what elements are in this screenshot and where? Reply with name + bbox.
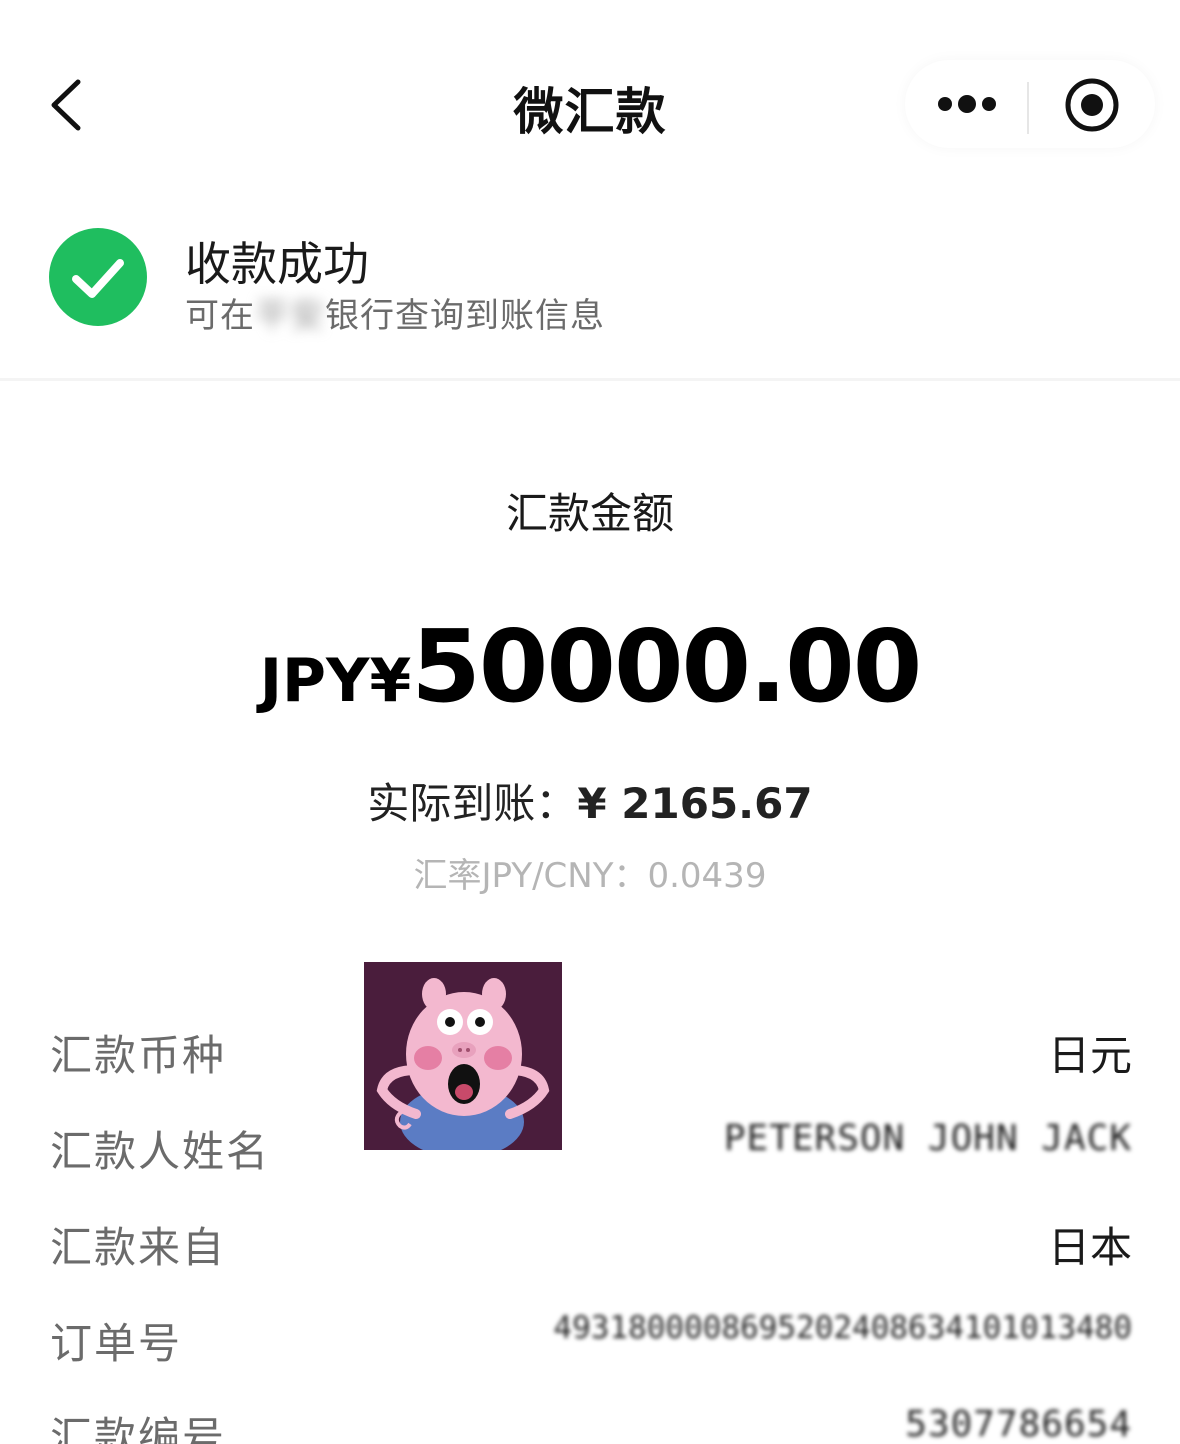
detail-value: 日本	[1047, 1223, 1132, 1272]
detail-row-remittance-number: 汇款编号 5307786654	[0, 1392, 1180, 1444]
detail-label: 汇款币种	[50, 1031, 227, 1080]
check-circle-icon	[49, 228, 147, 326]
status-subtitle-suffix: 银行查询到账信息	[325, 296, 605, 336]
detail-value: 5307786654	[905, 1404, 1132, 1444]
detail-value: 4931800008695202408634101013480	[553, 1310, 1132, 1346]
detail-label: 汇款来自	[50, 1223, 227, 1272]
detail-label: 汇款人姓名	[50, 1127, 271, 1176]
exchange-rate: 汇率JPY/CNY：0.0439	[413, 856, 767, 896]
more-button[interactable]	[933, 80, 1013, 128]
detail-value: PETERSON JOHN JACK	[723, 1118, 1132, 1159]
amount-label: 汇款金额	[505, 489, 674, 538]
section-divider	[0, 378, 1180, 381]
close-button[interactable]	[1063, 76, 1121, 134]
detail-row-order-number: 订单号 4931800008695202408634101013480	[0, 1298, 1180, 1378]
detail-label: 订单号	[50, 1319, 183, 1368]
redacted-bank-name: 平安	[255, 296, 325, 336]
actual-received-label: 实际到账：	[367, 779, 578, 828]
actual-received-value: ¥ 2165.67	[577, 779, 813, 828]
status-subtitle: 可在平安银行查询到账信息	[185, 288, 605, 337]
status-subtitle-prefix: 可在	[185, 296, 255, 336]
remittance-receipt-page: 微汇款 收款成功 可在平安银行查询到账信息 汇款金额 JPY¥50000.00 …	[0, 0, 1180, 1444]
amount-display: JPY¥50000.00	[0, 608, 1180, 725]
detail-label: 汇款编号	[50, 1413, 227, 1444]
capsule-divider	[1027, 82, 1029, 134]
amount-value: 50000.00	[411, 608, 922, 725]
amount-currency: JPY¥	[259, 646, 412, 716]
actual-received: 实际到账：¥ 2165.67	[0, 770, 1180, 831]
status-title: 收款成功	[185, 237, 369, 291]
status-header: 收款成功 可在平安银行查询到账信息	[0, 200, 1180, 380]
detail-value: 日元	[1047, 1031, 1132, 1080]
mini-program-capsule	[905, 60, 1155, 148]
detail-row-sender-name: 汇款人姓名 PETERSON JOHN JACK	[0, 1106, 1180, 1186]
nav-bar: 微汇款	[0, 0, 1180, 200]
target-circle-icon	[1065, 78, 1119, 132]
detail-row-origin: 汇款来自 日本	[0, 1202, 1180, 1282]
detail-row-currency: 汇款币种 日元	[0, 1010, 1180, 1090]
more-dots-icon	[938, 95, 996, 113]
